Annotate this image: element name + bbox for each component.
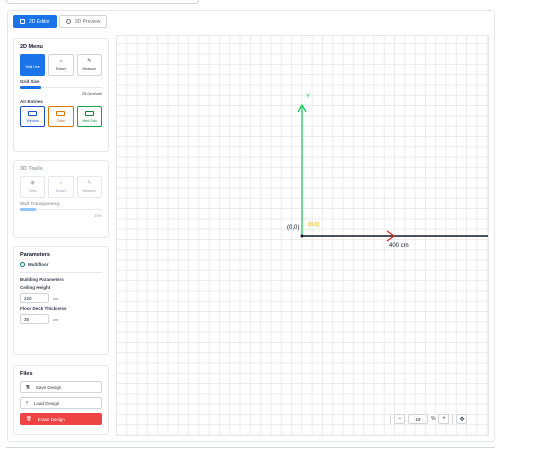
measure-button[interactable]: ✎ Measure [76, 54, 102, 76]
drawing-canvas[interactable]: Y (0,0) (0,0) 400 cm [116, 35, 489, 436]
eye-icon: ◉ [30, 180, 35, 186]
vent-grid-button[interactable]: Vent Grid [76, 106, 102, 127]
zoom-separator [390, 414, 391, 424]
save-icon: 🖫 [26, 384, 30, 389]
tab-3d-preview[interactable]: 3D Preview [58, 15, 108, 28]
floor-deck-unit: cm [53, 316, 59, 322]
tab-2d-editor-label: 2D Editor [29, 18, 50, 25]
tab-3d-preview-label: 3D Preview [74, 18, 101, 25]
grid-size-label: Grid Size [20, 79, 40, 84]
grid-size-fill [20, 86, 41, 89]
load-design-label: Load Design [34, 400, 60, 406]
y-axis-label: Y [306, 94, 310, 100]
measure-3d-label: Measure [82, 189, 97, 193]
air-entries-label: Air Entries [20, 99, 43, 104]
panel-3d-tools: 3D Tools ◉ View ⌂ Eraser ✎ Measure Wall … [13, 160, 109, 238]
wall-transparency-label: Wall Transparency [20, 201, 60, 206]
air-entries-buttons: Window Door Vent Grid [20, 106, 102, 127]
files-title: Files [20, 371, 33, 377]
building-parameters-label: Building Parameters [20, 277, 64, 282]
zoom-value-input[interactable]: 19 [408, 414, 428, 424]
wall-transparency-fill [20, 208, 37, 211]
ceiling-height-unit: cm [53, 295, 59, 301]
door-button[interactable]: Door [48, 106, 74, 127]
ceiling-height-label: Ceiling Height [20, 285, 51, 290]
trash-icon: 🗑 [26, 416, 32, 421]
panel-3d-tools-title: 3D Tools [20, 166, 43, 172]
window-icon [28, 110, 38, 116]
parameters-title: Parameters [20, 252, 50, 258]
zoom-controls: − 19 % + ✥ [390, 414, 468, 424]
zoom-out-button[interactable]: − [394, 414, 405, 424]
ceiling-height-input[interactable]: 220 [20, 293, 49, 303]
x-measure-label: 400 cm [389, 243, 409, 249]
load-design-button[interactable]: ⤒ Load Design [20, 397, 102, 409]
top-toolbar-edge [6, 0, 199, 4]
origin-label: (0,0) [287, 225, 299, 231]
eraser-label: Eraser [55, 67, 67, 71]
recenter-icon[interactable]: ✥ [456, 414, 468, 424]
multifloor-toggle[interactable]: Multifloor [20, 262, 102, 267]
floor-deck-row: 35 cm [20, 314, 102, 324]
origin-label-secondary: (0,0) [308, 222, 319, 228]
panel-2d-menu: 2D Menu Wall Line ⌂ Eraser ✎ Measure Gri… [13, 38, 109, 152]
grid-size-value: 25.0cm/cell [81, 91, 102, 96]
square-icon [20, 19, 25, 24]
panel-parameters: Parameters Multifloor Building Parameter… [13, 246, 109, 355]
measure-label: Measure [82, 67, 97, 71]
upload-icon: ⤒ [26, 400, 28, 406]
window-button[interactable]: Window [20, 106, 46, 127]
view-button[interactable]: ◉ View [20, 176, 46, 198]
eraser-button[interactable]: ⌂ Eraser [48, 54, 74, 76]
panel-files: Files 🖫 Save Design ⤒ Load Design 🗑 Eras… [13, 365, 109, 435]
wall-transparency-value: 20% [93, 213, 102, 218]
ruler-icon: ✎ [87, 180, 92, 186]
grid-size-slider[interactable] [20, 86, 102, 89]
vent-grid-icon [84, 110, 94, 116]
origin-point [300, 234, 304, 238]
measure-3d-button[interactable]: ✎ Measure [76, 176, 102, 198]
cube-icon [65, 19, 71, 24]
view-tabs: 2D Editor 3D Preview [13, 15, 108, 28]
tab-2d-editor[interactable]: 2D Editor [13, 15, 57, 28]
eraser-3d-button[interactable]: ⌂ Eraser [48, 176, 74, 198]
door-icon [56, 110, 66, 116]
zoom-percent-sign: % [431, 416, 436, 422]
canvas-svg: Y (0,0) (0,0) 400 cm [287, 94, 488, 249]
save-design-label: Save Design [35, 384, 62, 390]
wall-line-label: Wall Line [25, 64, 40, 69]
ruler-icon: ✎ [87, 58, 92, 64]
erase-design-button[interactable]: 🗑 Erase Design [20, 413, 102, 425]
erase-design-label: Erase Design [37, 416, 65, 422]
bottom-divider [6, 447, 495, 448]
save-design-button[interactable]: 🖫 Save Design [20, 381, 102, 393]
tool-buttons-2d: Wall Line ⌂ Eraser ✎ Measure [20, 54, 102, 76]
tool-buttons-3d: ◉ View ⌂ Eraser ✎ Measure [20, 176, 102, 198]
wall-line-button[interactable]: Wall Line [20, 54, 46, 76]
door-label: Door [57, 118, 65, 123]
view-label: View [28, 189, 37, 193]
multifloor-checkbox[interactable] [20, 262, 25, 267]
vent-grid-label: Vent Grid [82, 118, 97, 123]
eraser-3d-label: Eraser [55, 189, 67, 193]
multifloor-label: Multifloor [28, 262, 49, 267]
window-label: Window [26, 118, 39, 123]
eraser-icon: ⌂ [59, 58, 63, 64]
ceiling-height-row: 220 cm [20, 293, 102, 303]
floor-deck-label: Floor Deck Thickness [20, 306, 67, 311]
panel-2d-menu-title: 2D Menu [20, 44, 43, 50]
zoom-in-button[interactable]: + [438, 414, 450, 424]
wall-transparency-slider[interactable] [20, 208, 102, 211]
zoom-separator-2 [452, 414, 454, 424]
eraser-icon: ⌂ [59, 180, 63, 186]
parameters-divider [20, 272, 102, 273]
floor-deck-input[interactable]: 35 [20, 314, 49, 324]
